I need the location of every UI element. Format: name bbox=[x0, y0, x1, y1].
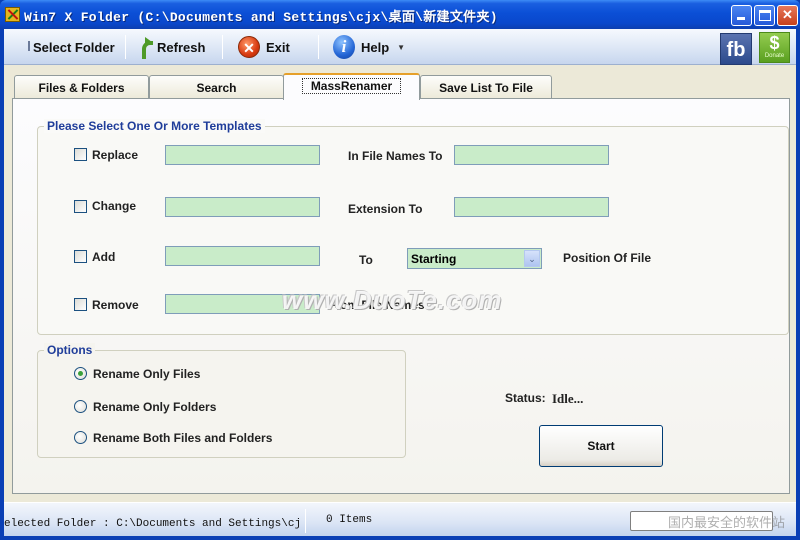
from-file-names-label: From File Names bbox=[328, 298, 425, 312]
toolbar-separator bbox=[125, 35, 126, 59]
tab-search[interactable]: Search bbox=[149, 75, 284, 99]
tab-label: Files & Folders bbox=[38, 81, 125, 95]
tab-save-list-to-file[interactable]: Save List To File bbox=[420, 75, 552, 99]
selected-folder-status: elected Folder : C:\Documents and Settin… bbox=[4, 518, 300, 530]
to-label: To bbox=[359, 253, 373, 267]
add-label: Add bbox=[92, 250, 116, 264]
toolbar: Select Folder Refresh ✕ Exit i Help ▼ fb bbox=[4, 29, 796, 65]
item-count-status: 0 Items bbox=[326, 514, 373, 526]
status-label: Status: bbox=[505, 391, 546, 405]
replace-find-input[interactable] bbox=[165, 145, 320, 165]
status-separator bbox=[305, 509, 306, 533]
toolbar-separator bbox=[318, 35, 319, 59]
facebook-icon: fb bbox=[726, 39, 746, 61]
info-icon: i bbox=[333, 35, 355, 59]
exit-label: Exit bbox=[266, 39, 290, 55]
tab-label: Search bbox=[196, 81, 237, 95]
window-bottom-border bbox=[0, 536, 800, 540]
position-select-value: Starting bbox=[411, 252, 457, 266]
change-checkbox[interactable] bbox=[74, 200, 87, 213]
select-folder-button[interactable]: Select Folder bbox=[33, 37, 115, 57]
select-folder-label: Select Folder bbox=[33, 39, 115, 55]
options-group-label: Options bbox=[44, 343, 96, 357]
help-label: Help bbox=[361, 39, 390, 55]
rename-only-folders-label[interactable]: Rename Only Folders bbox=[93, 400, 216, 414]
refresh-label: Refresh bbox=[157, 39, 206, 55]
remove-text-input[interactable] bbox=[165, 294, 320, 314]
refresh-button[interactable]: Refresh bbox=[139, 37, 206, 59]
change-label: Change bbox=[92, 199, 137, 213]
chevron-down-icon: ▼ bbox=[397, 42, 406, 52]
rename-both-radio[interactable] bbox=[74, 431, 87, 444]
change-extension-from-input[interactable] bbox=[165, 197, 320, 217]
tab-massrenamer[interactable]: MassRenamer bbox=[283, 73, 420, 100]
refresh-icon bbox=[139, 37, 153, 59]
client-area: Select Folder Refresh ✕ Exit i Help ▼ fb bbox=[4, 29, 796, 536]
watermark-subtitle: 国内最安全的软件站 bbox=[668, 515, 786, 530]
help-button[interactable]: i Help ▼ bbox=[333, 34, 405, 60]
position-select[interactable]: Starting ⌄ bbox=[407, 248, 542, 269]
dollar-icon: $ bbox=[769, 33, 780, 53]
title-bar[interactable]: Win7 X Folder (C:\Documents and Settings… bbox=[0, 0, 800, 29]
status-bar: elected Folder : C:\Documents and Settin… bbox=[4, 502, 796, 536]
minimize-icon bbox=[737, 17, 745, 20]
tab-label: Save List To File bbox=[439, 81, 533, 95]
remove-label: Remove bbox=[92, 298, 139, 312]
maximize-icon bbox=[759, 10, 771, 21]
in-file-names-to-label: In File Names To bbox=[348, 149, 443, 163]
toolbar-grip-icon[interactable] bbox=[28, 41, 30, 51]
change-extension-to-input[interactable] bbox=[454, 197, 609, 217]
templates-group-label: Please Select One Or More Templates bbox=[44, 119, 265, 133]
start-button[interactable]: Start bbox=[539, 425, 663, 467]
templates-group: Please Select One Or More Templates Repl… bbox=[37, 119, 789, 335]
add-checkbox[interactable] bbox=[74, 250, 87, 263]
exit-icon: ✕ bbox=[238, 36, 260, 58]
rename-only-folders-radio[interactable] bbox=[74, 400, 87, 413]
rename-only-files-radio[interactable] bbox=[74, 367, 87, 380]
rename-both-label[interactable]: Rename Both Files and Folders bbox=[93, 431, 272, 445]
app-icon bbox=[5, 7, 20, 22]
close-button[interactable]: ✕ bbox=[777, 5, 798, 26]
options-group: Options Rename Only Files Rename Only Fo… bbox=[37, 343, 406, 458]
chevron-down-icon[interactable]: ⌄ bbox=[524, 250, 540, 267]
rename-only-files-label[interactable]: Rename Only Files bbox=[93, 367, 200, 381]
massrenamer-panel: Please Select One Or More Templates Repl… bbox=[12, 98, 790, 514]
donate-label: Donate bbox=[764, 53, 785, 59]
status-value: Idle... bbox=[552, 391, 584, 406]
position-of-file-label: Position Of File bbox=[563, 251, 652, 265]
extension-to-label: Extension To bbox=[348, 202, 423, 216]
close-icon: ✕ bbox=[782, 7, 793, 22]
toolbar-separator bbox=[222, 35, 223, 59]
facebook-button[interactable]: fb bbox=[720, 33, 752, 65]
tab-files-folders[interactable]: Files & Folders bbox=[14, 75, 149, 99]
donate-button[interactable]: $ Donate bbox=[759, 32, 790, 63]
replace-label: Replace bbox=[92, 148, 139, 162]
tab-strip: Files & Folders Search MassRenamer Save … bbox=[12, 73, 792, 100]
maximize-button[interactable] bbox=[754, 5, 775, 26]
exit-button[interactable]: ✕ Exit bbox=[238, 35, 290, 59]
replace-checkbox[interactable] bbox=[74, 148, 87, 161]
window-title: Win7 X Folder (C:\Documents and Settings… bbox=[24, 10, 498, 25]
minimize-button[interactable] bbox=[731, 5, 752, 26]
add-text-input[interactable] bbox=[165, 246, 320, 266]
replace-with-input[interactable] bbox=[454, 145, 609, 165]
tab-label: MassRenamer bbox=[301, 78, 402, 94]
remove-checkbox[interactable] bbox=[74, 298, 87, 311]
app-window: Win7 X Folder (C:\Documents and Settings… bbox=[0, 0, 800, 540]
